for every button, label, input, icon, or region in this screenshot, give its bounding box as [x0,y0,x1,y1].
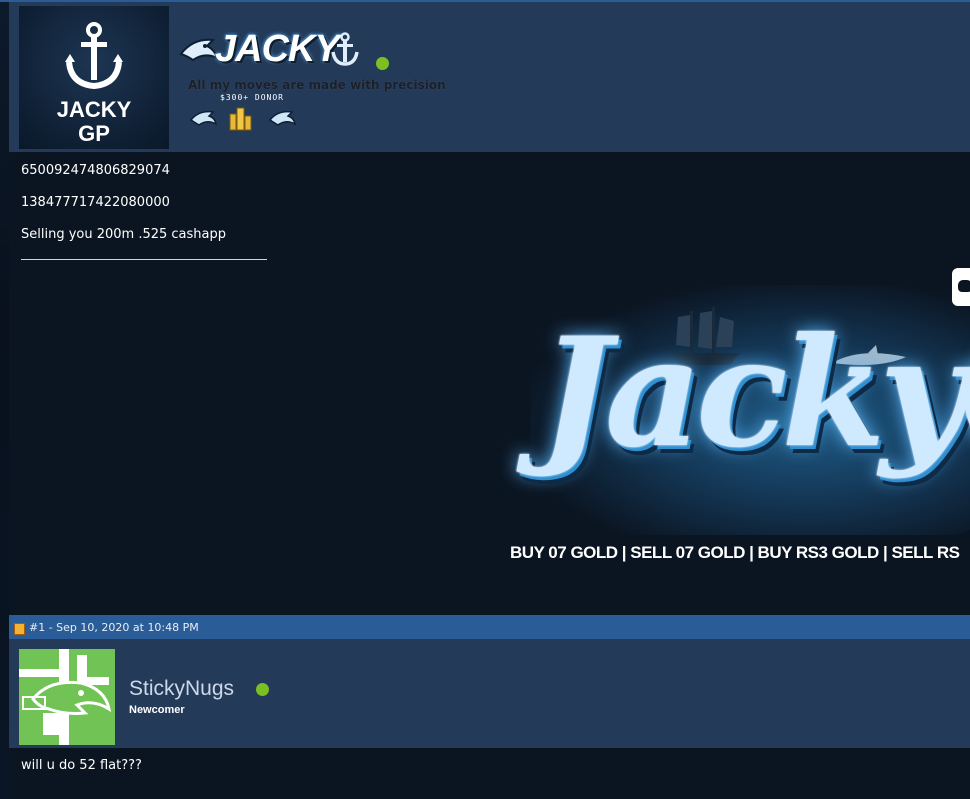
message-line: Selling you 200m .525 cashapp [21,227,227,242]
post2-author-header: StickyNugs Newcomer [9,639,970,748]
author-avatar-jacky[interactable]: JACKY GP [19,6,169,149]
online-status-dot [256,683,269,696]
message-line: 650092474806829074 [21,163,170,178]
discord-icon[interactable] [952,268,970,306]
shark-badge-icon [189,110,217,126]
online-status-dot [376,57,389,70]
user-rank: Newcomer [129,704,185,716]
user-custom-title: All my moves are made with precision [188,78,446,92]
gold-coins-badge-icon [229,107,252,131]
donor-label: $300+ DONOR [220,93,284,102]
banner-brand-text: JackyG [540,305,970,481]
shark-logo-icon [179,38,219,62]
author-avatar-stickynugs[interactable] [19,649,115,745]
message-line: 138477717422080000 [21,195,170,210]
left-background-strip [0,0,9,799]
username-stickynugs[interactable]: StickyNugs [129,677,234,701]
post2-meta-bar: #1 - Sep 10, 2020 at 10:48 PM [9,615,970,639]
signature-divider [21,259,267,260]
shark-badge-icon [268,110,296,126]
username-jacky[interactable]: JACKY [215,28,340,71]
post-document-icon [14,623,25,635]
avatar-text-line1: JACKY [56,97,132,122]
post1-author-header: JACKY GP JACKY All my moves are made wit… [9,2,970,152]
signature-banner[interactable]: JackyG BUY 07 GOLD | SELL 07 GOLD | BUY … [490,265,970,595]
post1-message-body: 650092474806829074 138477717422080000 Se… [21,160,226,256]
anchor-small-icon [331,32,359,66]
seahawks-logo-icon [19,649,115,745]
post-number-timestamp[interactable]: #1 - Sep 10, 2020 at 10:48 PM [29,621,199,634]
post2-message-body: will u do 52 flat??? [21,758,142,773]
banner-services-text: BUY 07 GOLD | SELL 07 GOLD | BUY RS3 GOL… [510,543,960,562]
avatar-text-line2: GP [78,121,110,146]
